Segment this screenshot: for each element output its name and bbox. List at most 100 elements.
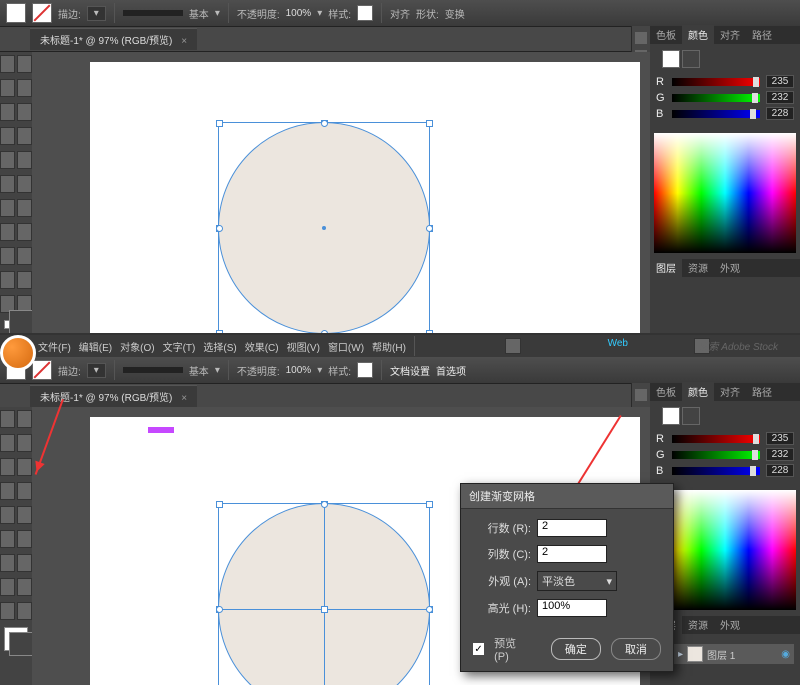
color-spectrum-2[interactable]	[654, 490, 796, 610]
rectangle-tool[interactable]	[0, 151, 15, 169]
properties-icon-2[interactable]	[635, 389, 647, 401]
mesh-tool[interactable]	[0, 271, 15, 289]
style-button-2[interactable]: 样式:	[328, 363, 351, 378]
panel-stroke-swatch-2[interactable]	[682, 407, 700, 425]
fill-stroke-indicator-2[interactable]	[4, 627, 28, 651]
magic-wand-tool-2[interactable]	[0, 434, 15, 452]
ellipse-shape[interactable]	[218, 122, 430, 333]
shape-builder-tool[interactable]	[0, 247, 15, 265]
b-value-2[interactable]: 228	[766, 464, 794, 477]
shaper-tool-2[interactable]	[0, 530, 15, 548]
close-icon[interactable]: ×	[181, 36, 187, 47]
doc-setup-button[interactable]: 文档设置	[390, 363, 430, 378]
canvas-viewport[interactable]	[32, 52, 650, 333]
panel-fill-swatch[interactable]	[662, 50, 680, 68]
type-tool[interactable]	[0, 127, 15, 145]
direct-selection-tool-2[interactable]	[17, 410, 32, 428]
r-value-2[interactable]: 235	[766, 432, 794, 445]
ai-app-icon[interactable]	[0, 335, 36, 371]
scale-tool-2[interactable]	[17, 554, 32, 572]
fill-swatch[interactable]	[6, 3, 26, 23]
rectangle-tool-2[interactable]	[0, 506, 15, 524]
eraser-tool-2[interactable]	[17, 530, 32, 548]
swatches-tab-2[interactable]: 色板	[650, 382, 682, 401]
workspace-switcher[interactable]: Web	[606, 338, 630, 349]
style-button[interactable]: 样式:	[328, 6, 351, 21]
color-spectrum[interactable]	[654, 133, 796, 253]
preview-label[interactable]: 预览 (P)	[494, 635, 531, 663]
style-swatch-2[interactable]	[357, 362, 373, 378]
free-transform-tool-2[interactable]	[17, 578, 32, 596]
panel-fill-swatch-2[interactable]	[662, 407, 680, 425]
stroke-weight-field-2[interactable]: ▾	[87, 363, 106, 378]
stroke-none-swatch[interactable]	[32, 3, 52, 23]
pen-tool[interactable]	[0, 103, 15, 121]
brush-preview[interactable]	[123, 10, 183, 16]
menu-effect[interactable]: 效果(C)	[243, 339, 281, 354]
appearance-tab[interactable]: 外观	[714, 258, 746, 277]
assets-tab[interactable]: 资源	[682, 258, 714, 277]
b-slider[interactable]	[672, 110, 760, 118]
perspective-tool-2[interactable]	[17, 602, 32, 620]
selection-tool-2[interactable]	[0, 410, 15, 428]
style-label[interactable]: 基本	[189, 6, 209, 21]
ok-button[interactable]: 确定	[551, 638, 601, 660]
adobe-stock-search[interactable]: 搜索 Adobe Stock	[697, 338, 780, 353]
opacity-value[interactable]: 100%	[286, 8, 312, 19]
cols-input[interactable]: 2	[537, 545, 607, 563]
align-tab[interactable]: 对齐	[714, 25, 746, 44]
menu-help[interactable]: 帮助(H)	[370, 339, 408, 354]
stroke-weight-field[interactable]: ▾	[87, 6, 106, 21]
layers-tab[interactable]: 图层	[650, 258, 682, 277]
perspective-tool[interactable]	[17, 247, 32, 265]
r-slider[interactable]	[672, 78, 760, 86]
width-tool-2[interactable]	[0, 578, 15, 596]
close-icon-2[interactable]: ×	[181, 393, 187, 404]
color-tab[interactable]: 颜色	[682, 25, 714, 44]
document-tab-2[interactable]: 未标题-1* @ 97% (RGB/预览) ×	[30, 385, 197, 407]
menu-select[interactable]: 选择(S)	[201, 339, 238, 354]
shaper-tool[interactable]	[0, 175, 15, 193]
direct-selection-tool[interactable]	[17, 55, 32, 73]
brush-preview-2[interactable]	[123, 367, 183, 373]
r-slider-2[interactable]	[672, 435, 760, 443]
fill-stroke-indicator[interactable]	[4, 320, 28, 329]
r-value[interactable]: 235	[766, 75, 794, 88]
menu-window[interactable]: 窗口(W)	[326, 339, 366, 354]
color-tab-2[interactable]: 颜色	[682, 382, 714, 401]
shape-builder-tool-2[interactable]	[0, 602, 15, 620]
arrange-icon[interactable]	[505, 338, 521, 354]
stroke-none-swatch-2[interactable]	[32, 360, 52, 380]
type-tool-2[interactable]	[0, 482, 15, 500]
scale-tool[interactable]	[17, 199, 32, 217]
lasso-tool[interactable]	[17, 79, 32, 97]
menu-file[interactable]: 文件(F)	[36, 339, 73, 354]
panel-stroke-swatch[interactable]	[682, 50, 700, 68]
assets-tab-2[interactable]: 资源	[682, 615, 714, 634]
rows-input[interactable]: 2	[537, 519, 607, 537]
document-tab[interactable]: 未标题-1* @ 97% (RGB/预览) ×	[30, 28, 197, 50]
path-tab[interactable]: 路径	[746, 25, 778, 44]
g-slider[interactable]	[672, 94, 760, 102]
highlight-input[interactable]: 100%	[537, 599, 607, 617]
selection-tool[interactable]	[0, 55, 15, 73]
align-tab-2[interactable]: 对齐	[714, 382, 746, 401]
cancel-button[interactable]: 取消	[611, 638, 661, 660]
menu-object[interactable]: 对象(O)	[118, 339, 156, 354]
style-swatch[interactable]	[357, 5, 373, 21]
path-tab-2[interactable]: 路径	[746, 382, 778, 401]
preview-checkbox[interactable]: ✓	[473, 643, 484, 655]
menu-type[interactable]: 文字(T)	[161, 339, 198, 354]
g-value[interactable]: 232	[766, 91, 794, 104]
curvature-tool[interactable]	[17, 103, 32, 121]
free-transform-tool[interactable]	[17, 223, 32, 241]
layer-row[interactable]: ▸ 图层 1 ◉	[656, 644, 794, 664]
appearance-tab-2[interactable]: 外观	[714, 615, 746, 634]
magic-wand-tool[interactable]	[0, 79, 15, 97]
prefs-button[interactable]: 首选项	[436, 363, 466, 378]
swatches-tab[interactable]: 色板	[650, 25, 682, 44]
eraser-tool[interactable]	[17, 175, 32, 193]
g-value-2[interactable]: 232	[766, 448, 794, 461]
gradient-tool[interactable]	[17, 271, 32, 289]
rotate-tool-2[interactable]	[0, 554, 15, 572]
